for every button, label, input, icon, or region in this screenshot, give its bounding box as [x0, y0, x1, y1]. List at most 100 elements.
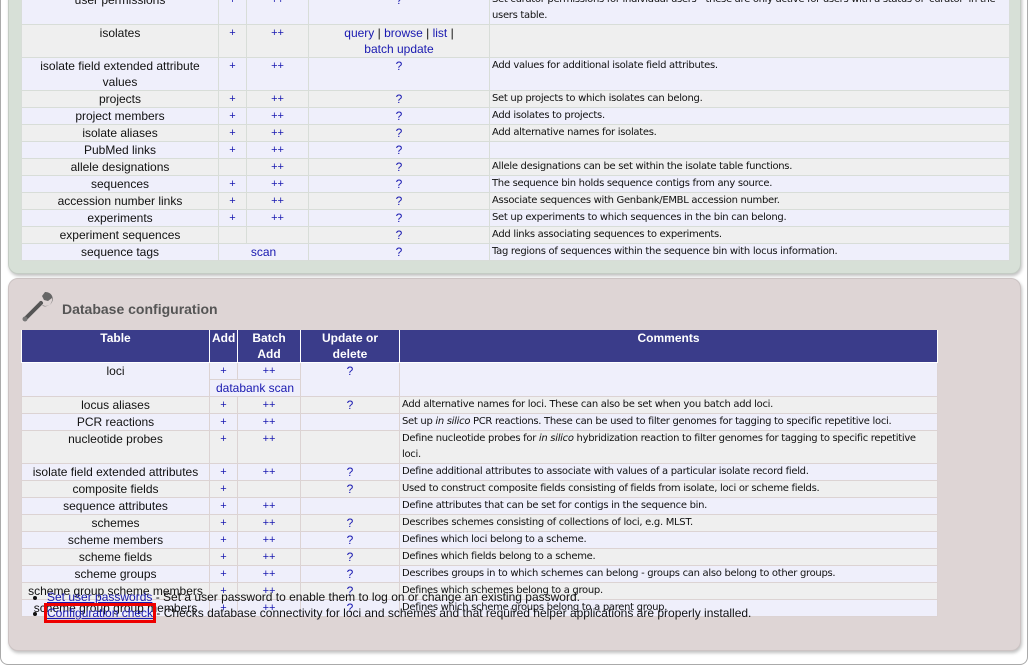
- update-cell-link[interactable]: ?: [396, 126, 403, 140]
- update-cell-link[interactable]: ?: [347, 533, 354, 547]
- update-cell-link[interactable]: ?: [347, 550, 354, 564]
- table-name: isolate field extended attributes: [21, 463, 210, 481]
- comment-text: The sequence bin holds sequence contigs …: [492, 178, 773, 189]
- header-add: Add: [209, 330, 238, 363]
- update-cell-link[interactable]: ?: [347, 465, 354, 479]
- add-cell-link[interactable]: +: [229, 127, 235, 139]
- batch-add-cell-link[interactable]: ++: [263, 365, 276, 377]
- add-cell-link[interactable]: +: [220, 568, 226, 580]
- update-link[interactable]: browse: [384, 26, 423, 40]
- link-description: - Set a user password to enable them to …: [152, 590, 580, 604]
- add-cell: +: [218, 175, 247, 193]
- table-name: composite fields: [21, 480, 210, 498]
- batch-add-cell-link[interactable]: ++: [271, 212, 284, 224]
- update-cell-link[interactable]: ?: [396, 92, 403, 106]
- add-cell-link[interactable]: +: [220, 500, 226, 512]
- update-cell: ?: [308, 107, 490, 125]
- table-row: scheme groups + ++? Describes groups in to …: [21, 565, 938, 583]
- comment-text: Add alternative names for isolates.: [492, 127, 657, 138]
- batch-add-cell-link[interactable]: ++: [271, 144, 284, 156]
- databank-scan-cell: databank scan: [209, 379, 301, 397]
- update-link[interactable]: list: [433, 26, 448, 40]
- batch-add-cell-link[interactable]: ++: [271, 161, 284, 173]
- batch-add-cell: ++: [246, 90, 309, 108]
- section-title: Database configuration: [62, 301, 218, 317]
- add-cell-link[interactable]: +: [229, 212, 235, 224]
- add-cell-link[interactable]: +: [220, 534, 226, 546]
- batch-add-cell-link[interactable]: ++: [263, 399, 276, 411]
- batch-add-cell: ++: [246, 0, 309, 25]
- batch-add-cell-link[interactable]: ++: [263, 466, 276, 478]
- update-cell-link[interactable]: ?: [396, 0, 403, 7]
- update-cell-link[interactable]: ?: [347, 364, 354, 378]
- batch-add-cell-link[interactable]: ++: [271, 93, 284, 105]
- scan-cell-link[interactable]: scan: [251, 245, 276, 259]
- batch-add-cell-link[interactable]: ++: [263, 416, 276, 428]
- update-cell: ?: [308, 57, 490, 91]
- comment-cell: Add links associating sequences to exper…: [489, 226, 1010, 244]
- batch-add-cell-link[interactable]: ++: [271, 60, 284, 72]
- update-cell-link[interactable]: ?: [347, 567, 354, 581]
- add-cell-link[interactable]: +: [220, 365, 226, 377]
- add-cell-link[interactable]: +: [229, 178, 235, 190]
- update-cell-link[interactable]: ?: [396, 245, 403, 259]
- update-cell-link[interactable]: ?: [396, 143, 403, 157]
- add-cell-link[interactable]: +: [229, 144, 235, 156]
- batch-add-cell-link[interactable]: ++: [263, 517, 276, 529]
- batch-add-cell-link[interactable]: ++: [263, 534, 276, 546]
- add-cell-link[interactable]: +: [229, 27, 235, 39]
- add-cell-link[interactable]: +: [229, 110, 235, 122]
- update-cell-link[interactable]: ?: [347, 516, 354, 530]
- update-cell-link[interactable]: ?: [396, 109, 403, 123]
- table-name: scheme fields: [21, 548, 210, 566]
- update-link[interactable]: query: [344, 26, 374, 40]
- batch-add-cell-link[interactable]: ++: [263, 551, 276, 563]
- batch-add-cell: ++: [237, 396, 301, 414]
- add-cell-link[interactable]: +: [229, 93, 235, 105]
- add-cell-link[interactable]: +: [229, 195, 235, 207]
- configuration-check-link[interactable]: Configuration check: [43, 603, 157, 623]
- configuration-table: Table Add Batch Add Update or delete Com…: [21, 330, 938, 617]
- update-cell-link[interactable]: ?: [396, 160, 403, 174]
- batch-add-cell-link[interactable]: ++: [271, 127, 284, 139]
- update-cell-link[interactable]: ?: [396, 194, 403, 208]
- databank-scan-cell-link[interactable]: databank scan: [216, 381, 294, 395]
- add-cell-link[interactable]: +: [220, 517, 226, 529]
- set-user-passwords-link[interactable]: Set user passwords: [47, 590, 152, 604]
- batch-add-cell-link[interactable]: ++: [271, 178, 284, 190]
- update-cell-link[interactable]: ?: [347, 482, 354, 496]
- batch-add-cell-link[interactable]: ++: [271, 0, 284, 6]
- update-link[interactable]: batch update: [364, 42, 433, 56]
- table-row: scheme fields + ++? Defines which fields be…: [21, 548, 938, 566]
- add-cell-link[interactable]: +: [229, 0, 235, 6]
- update-cell-link[interactable]: ?: [396, 211, 403, 225]
- add-cell-link[interactable]: +: [220, 483, 226, 495]
- table-row: PubMed links + ++?: [21, 141, 1010, 159]
- batch-add-cell-link[interactable]: ++: [271, 110, 284, 122]
- batch-add-cell-link[interactable]: ++: [263, 433, 276, 445]
- table-name-text: sequence tags: [80, 245, 160, 259]
- add-cell-link[interactable]: +: [220, 433, 226, 445]
- update-cell-link[interactable]: ?: [347, 398, 354, 412]
- batch-add-cell-link[interactable]: ++: [271, 27, 284, 39]
- update-cell-link[interactable]: ?: [396, 228, 403, 242]
- batch-add-cell: ++: [246, 209, 309, 227]
- update-cell-link[interactable]: ?: [396, 59, 403, 73]
- add-cell: +: [209, 531, 238, 549]
- update-cell: ?: [308, 243, 490, 261]
- comment-cell: Describes schemes consisting of collecti…: [399, 514, 938, 532]
- table-name-text: isolate field extended attributes: [32, 465, 199, 479]
- add-cell-link[interactable]: +: [220, 466, 226, 478]
- table-row: sequence tags scan? Tag regions of sequenc…: [21, 243, 1010, 261]
- table-name-text: scheme fields: [78, 550, 153, 564]
- batch-add-cell-link[interactable]: ++: [263, 568, 276, 580]
- update-cell: ?: [308, 90, 490, 108]
- batch-add-cell-link[interactable]: ++: [263, 500, 276, 512]
- add-cell-link[interactable]: +: [229, 60, 235, 72]
- add-cell-link[interactable]: +: [220, 399, 226, 411]
- add-cell-link[interactable]: +: [220, 551, 226, 563]
- batch-add-cell-link[interactable]: ++: [271, 195, 284, 207]
- comment-text: Add alternative names for loci. These ca…: [402, 399, 774, 410]
- update-cell-link[interactable]: ?: [396, 177, 403, 191]
- add-cell-link[interactable]: +: [220, 416, 226, 428]
